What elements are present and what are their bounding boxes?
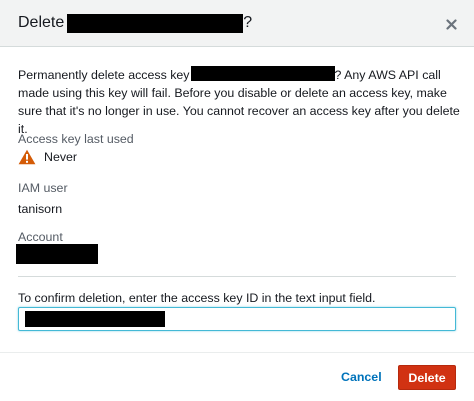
delete-warning-text: Permanently delete access key? Any AWS A… xyxy=(18,66,460,138)
iam-user-label: IAM user xyxy=(18,181,68,195)
redacted-input-value xyxy=(25,311,165,327)
dialog-footer: Cancel Delete xyxy=(0,352,474,401)
dialog-header: Delete ? xyxy=(0,0,474,47)
dialog-title-suffix: ? xyxy=(243,14,253,31)
last-used-label: Access key last used xyxy=(18,132,134,146)
dialog-title-prefix: Delete xyxy=(18,14,65,31)
last-used-value: Never xyxy=(44,150,78,164)
divider xyxy=(18,276,456,277)
delete-button-label: Delete xyxy=(408,370,446,385)
warning-icon xyxy=(18,149,36,165)
delete-access-key-dialog: Delete ? Permanently delete access key? … xyxy=(0,0,474,401)
dialog-title: Delete ? xyxy=(18,13,252,33)
close-icon xyxy=(445,18,457,30)
confirm-key-id-input[interactable] xyxy=(18,307,456,331)
redacted-key-id-title xyxy=(67,13,244,33)
redacted-account-id xyxy=(16,244,98,264)
delete-button[interactable]: Delete xyxy=(398,365,456,390)
last-used-value-row: Never xyxy=(18,149,77,165)
cancel-button[interactable]: Cancel xyxy=(341,369,382,385)
confirm-instruction: To confirm deletion, enter the access ke… xyxy=(18,291,376,305)
redacted-key-id-body xyxy=(190,66,335,81)
iam-user-value: tanisorn xyxy=(18,202,63,216)
account-label: Account xyxy=(18,230,63,244)
close-button[interactable] xyxy=(440,13,462,35)
body-text-prefix: Permanently delete access key xyxy=(18,68,190,82)
